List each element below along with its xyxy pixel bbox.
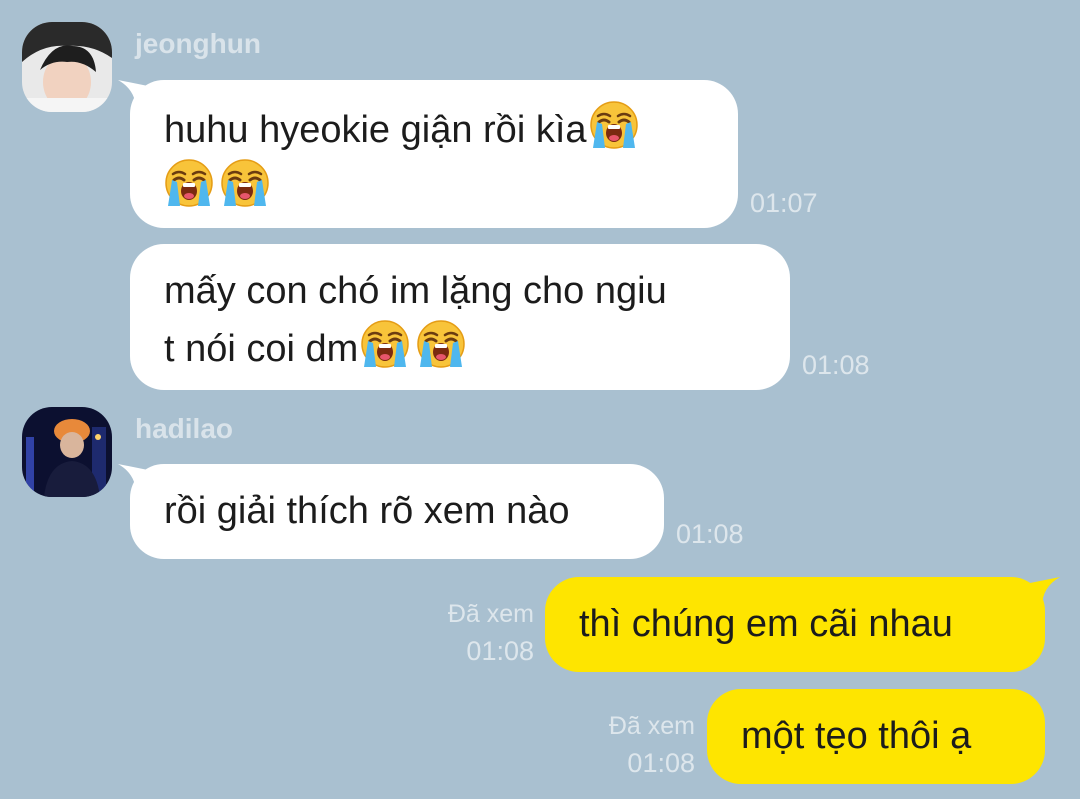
message-text: t nói coi dm bbox=[164, 328, 359, 370]
loudly-crying-face-icon bbox=[416, 319, 466, 369]
message-bubble[interactable]: mấy con chó im lặng cho ngiu t nói coi d… bbox=[130, 244, 790, 390]
message-text: huhu hyeokie giận rồi kìa bbox=[164, 109, 587, 151]
message-time: 01:08 bbox=[466, 636, 534, 666]
message-time: 01:07 bbox=[750, 188, 818, 218]
avatar-hadilao[interactable] bbox=[22, 407, 112, 497]
message-text: một tẹo thôi ạ bbox=[741, 715, 972, 757]
message-bubble[interactable]: một tẹo thôi ạ bbox=[707, 689, 1045, 784]
bubble-tail bbox=[1030, 577, 1060, 607]
message-time: 01:08 bbox=[676, 519, 744, 549]
sender-name: hadilao bbox=[135, 413, 234, 444]
loudly-crying-face-icon bbox=[589, 100, 639, 150]
message-bubble[interactable]: huhu hyeokie giận rồi kìa bbox=[130, 80, 738, 228]
profile-photo-icon bbox=[22, 407, 112, 497]
loudly-crying-face-icon bbox=[360, 319, 410, 369]
message-text: mấy con chó im lặng cho ngiu bbox=[164, 270, 667, 312]
loudly-crying-face-icon bbox=[164, 158, 214, 208]
message-text: thì chúng em cãi nhau bbox=[579, 603, 953, 645]
message-text: rồi giải thích rõ xem nào bbox=[164, 490, 570, 532]
read-status: Đã xem bbox=[447, 600, 534, 628]
message-bubble[interactable]: thì chúng em cãi nhau bbox=[545, 577, 1045, 672]
message-time: 01:08 bbox=[802, 350, 870, 380]
message-time: 01:08 bbox=[627, 748, 695, 778]
sender-name: jeonghun bbox=[135, 28, 261, 59]
profile-photo-icon bbox=[22, 22, 112, 112]
message-meta: Đã xem 01:08 bbox=[560, 708, 695, 782]
chat-view: jeonghun huhu hyeokie giận rồi kìa 01:07… bbox=[0, 0, 1080, 799]
message-bubble[interactable]: rồi giải thích rõ xem nào bbox=[130, 464, 664, 559]
loudly-crying-face-icon bbox=[220, 158, 270, 208]
avatar-jeonghun[interactable] bbox=[22, 22, 112, 112]
message-meta: Đã xem 01:08 bbox=[400, 596, 534, 670]
read-status: Đã xem bbox=[608, 712, 695, 740]
